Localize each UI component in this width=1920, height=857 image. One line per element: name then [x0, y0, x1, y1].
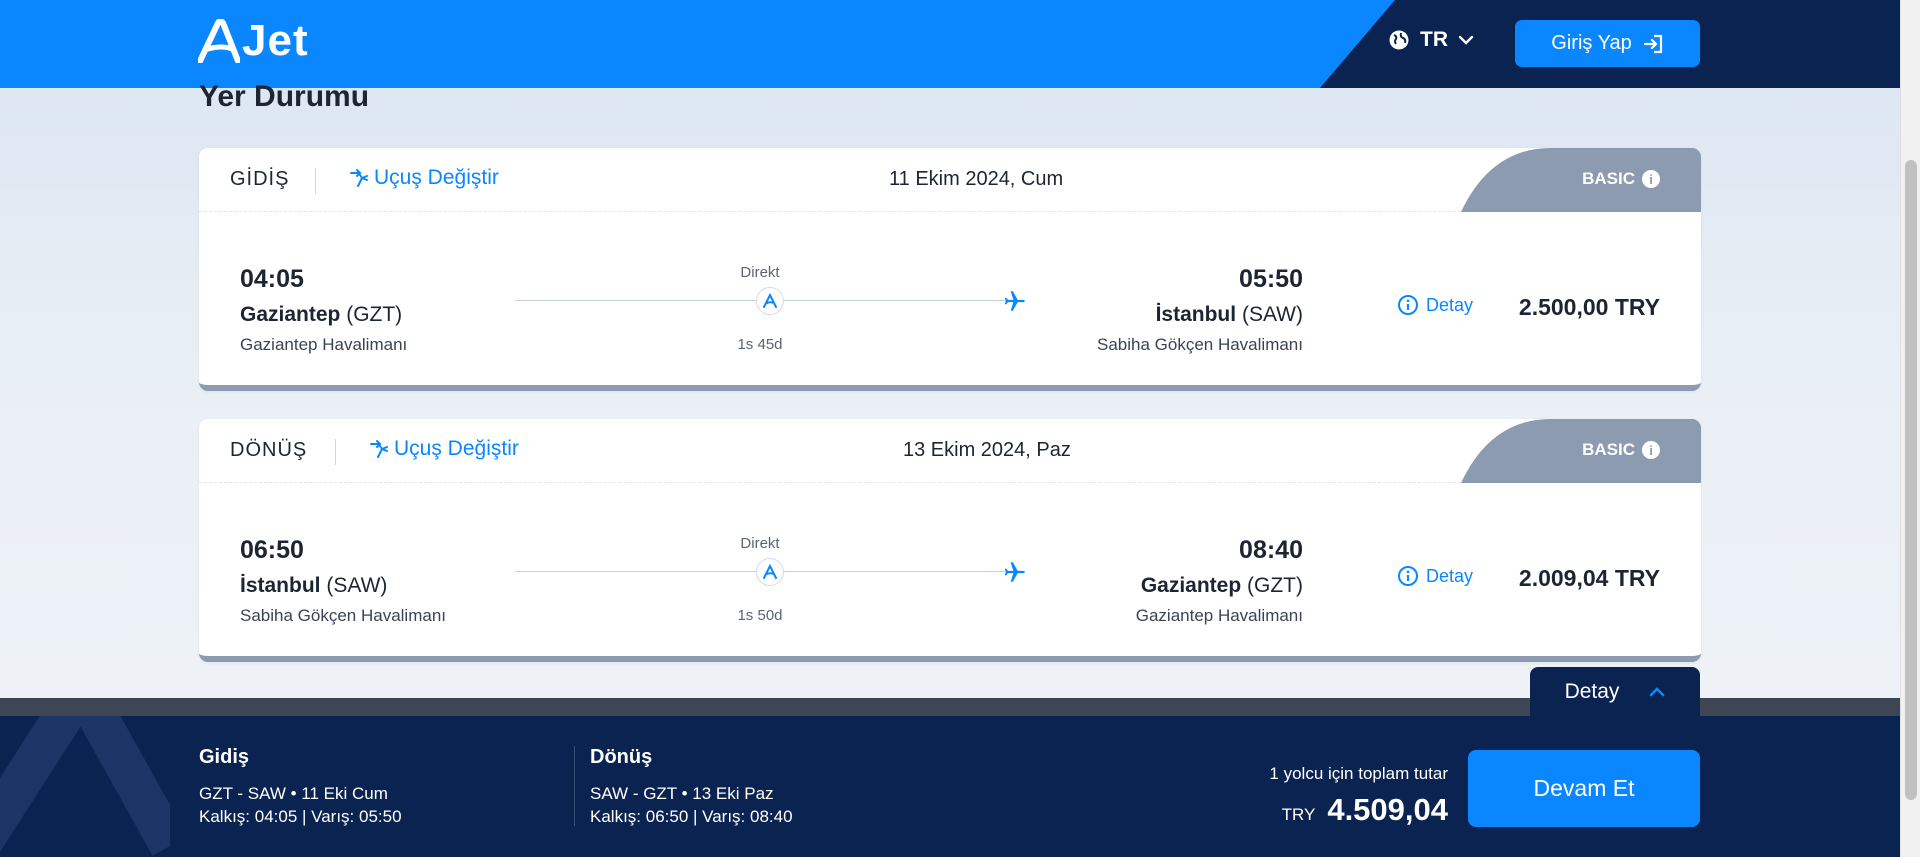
departure-city: İstanbul [240, 574, 321, 597]
page-title: Yer Durumu [199, 80, 370, 113]
scrollbar-thumb[interactable] [1905, 160, 1917, 800]
language-label: TR [1420, 28, 1448, 51]
departure-code: (GZT) [346, 303, 403, 326]
flight-date: 13 Ekim 2024, Paz [903, 439, 1071, 461]
arrival-time: 05:50 [1239, 265, 1303, 293]
route-line: Direkt 1s 50d [515, 535, 1030, 624]
fare-badge[interactable]: BASIC i [1582, 169, 1660, 189]
ajet-badge-icon [756, 287, 784, 315]
continue-label: Devam Et [1533, 775, 1635, 801]
return-summary-route: SAW - GZT • 13 Eki Paz [590, 784, 774, 803]
ajet-watermark-icon [0, 716, 170, 856]
login-icon [1643, 34, 1662, 53]
outbound-summary-times: Kalkış: 04:05 | Varış: 05:50 [199, 807, 402, 826]
arrival-time: 08:40 [1239, 536, 1303, 564]
departure-time: 04:05 [240, 265, 304, 293]
fare-label: BASIC [1582, 440, 1635, 459]
ajet-badge-icon [756, 558, 784, 586]
flight-card-return: DÖNÜŞ Uçuş Değiştir 13 Ekim 2024, Paz BA… [199, 419, 1701, 662]
arrival-airport: Gaziantep Havalimanı [1135, 606, 1303, 625]
info-icon: i [1642, 441, 1660, 459]
total-amount: 4.509,04 [1327, 792, 1448, 827]
outbound-summary: Gidiş GZT - SAW • 11 Eki Cum Kalkış: 04:… [199, 746, 402, 828]
detail-link[interactable]: Detay [1397, 294, 1473, 316]
departure-city: Gaziantep [240, 303, 341, 326]
flight-duration: 1s 45d [737, 336, 783, 353]
arrival-airport: Sabiha Gökçen Havalimanı [1096, 335, 1303, 354]
departure-code: (SAW) [326, 574, 388, 597]
chevron-up-icon [1650, 687, 1665, 697]
stop-label: Direkt [740, 535, 780, 552]
scrollbar[interactable] [1900, 0, 1920, 857]
change-flight-link[interactable]: Uçuş Değiştir [368, 437, 519, 461]
continue-button[interactable]: Devam Et [1468, 750, 1700, 827]
total-price-block: 1 yolcu için toplam tutar TRY 4.509,04 [1269, 764, 1448, 828]
direction-label: GİDİŞ [230, 168, 290, 190]
arrival-city: İstanbul [1155, 303, 1237, 326]
info-icon [1398, 295, 1418, 315]
departure-block: 04:05 Gaziantep (GZT) Gaziantep Havalima… [240, 265, 407, 355]
plane-swap-icon [350, 169, 368, 187]
fare-label: BASIC [1582, 169, 1635, 188]
flight-date: 11 Ekim 2024, Cum [889, 168, 1064, 190]
detail-link[interactable]: Detay [1397, 565, 1473, 587]
arrival-code: (SAW) [1241, 303, 1303, 326]
card-header: GİDİŞ Uçuş Değiştir 11 Ekim 2024, Cum BA… [199, 148, 1701, 212]
logo-text: Jet [242, 16, 309, 65]
total-label: 1 yolcu için toplam tutar [1269, 764, 1448, 783]
globe-icon [1389, 30, 1409, 50]
flight-card-outbound: GİDİŞ Uçuş Değiştir 11 Ekim 2024, Cum BA… [199, 148, 1701, 391]
divider [335, 439, 336, 465]
departure-time: 06:50 [240, 536, 304, 564]
login-label: Giriş Yap [1551, 32, 1632, 54]
flight-duration: 1s 50d [737, 607, 783, 624]
return-summary-times: Kalkış: 06:50 | Varış: 08:40 [590, 807, 793, 826]
ajet-a-icon [198, 19, 240, 63]
flight-price: 2.500,00 TRY [1518, 294, 1660, 320]
plane-icon [1004, 291, 1025, 311]
info-icon: i [1642, 170, 1660, 188]
change-flight-label: Uçuş Değiştir [374, 166, 499, 189]
departure-airport: Sabiha Gökçen Havalimanı [240, 606, 447, 625]
site-header: Jet TR Giriş Yap [0, 0, 1900, 88]
detail-label: Detay [1426, 294, 1474, 315]
arrival-city: Gaziantep [1140, 574, 1242, 597]
departure-airport: Gaziantep Havalimanı [240, 335, 408, 354]
flight-price: 2.009,04 TRY [1518, 565, 1660, 591]
fare-tab-shape [1461, 419, 1701, 483]
arrival-block: 05:50 İstanbul (SAW) Sabiha Gökçen Haval… [1097, 265, 1303, 355]
fare-tab-shape [1461, 148, 1701, 212]
divider [315, 168, 316, 194]
summary-detail-toggle[interactable]: Detay [1530, 667, 1700, 717]
login-button[interactable]: Giriş Yap [1515, 20, 1700, 67]
info-icon [1398, 566, 1418, 586]
change-flight-label: Uçuş Değiştir [394, 437, 519, 460]
direction-label: DÖNÜŞ [230, 439, 308, 461]
change-flight-link[interactable]: Uçuş Değiştir [348, 166, 499, 190]
plane-icon [1004, 562, 1025, 582]
return-summary-title: Dönüş [590, 746, 653, 768]
language-selector[interactable]: TR [1388, 28, 1474, 52]
plane-swap-icon [370, 440, 388, 458]
return-summary: Dönüş SAW - GZT • 13 Eki Paz Kalkış: 06:… [590, 746, 793, 828]
footer-divider [574, 746, 575, 826]
chevron-down-icon [1458, 35, 1474, 45]
outbound-summary-route: GZT - SAW • 11 Eki Cum [199, 784, 388, 803]
card-header: DÖNÜŞ Uçuş Değiştir 13 Ekim 2024, Paz BA… [199, 419, 1701, 483]
outbound-summary-title: Gidiş [199, 746, 250, 768]
booking-summary-footer: Gidiş GZT - SAW • 11 Eki Cum Kalkış: 04:… [0, 716, 1900, 857]
departure-block: 06:50 İstanbul (SAW) Sabiha Gökçen Haval… [240, 536, 446, 626]
arrival-code: (GZT) [1247, 574, 1303, 597]
fare-badge[interactable]: BASIC i [1582, 440, 1660, 460]
summary-detail-label: Detay [1564, 680, 1620, 703]
total-currency: TRY [1281, 805, 1316, 824]
ajet-logo[interactable]: Jet [198, 16, 309, 66]
route-line: Direkt 1s 45d [515, 264, 1030, 353]
detail-label: Detay [1426, 565, 1474, 586]
arrival-block: 08:40 Gaziantep (GZT) Gaziantep Havalima… [1136, 536, 1303, 626]
stop-label: Direkt [740, 264, 780, 281]
